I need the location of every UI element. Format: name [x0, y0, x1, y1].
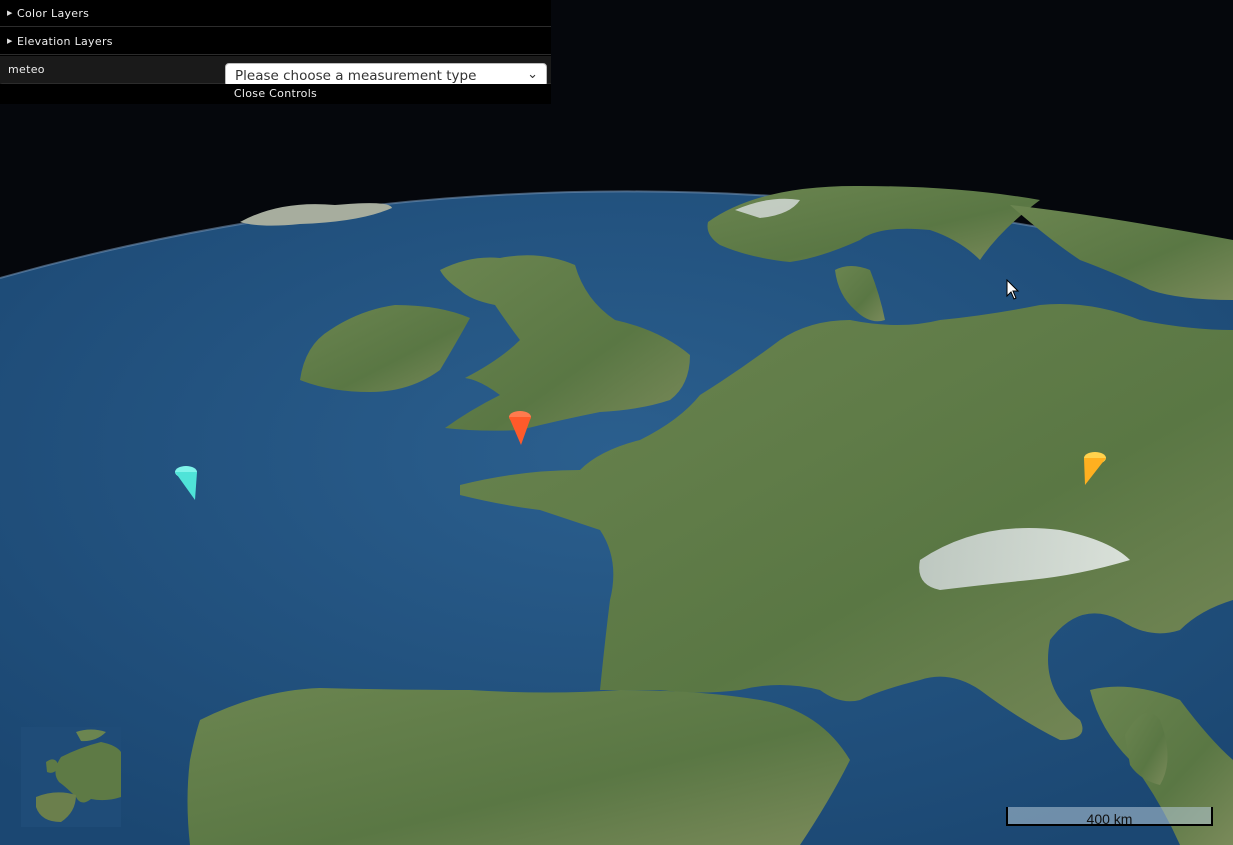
globe-viewer[interactable] — [0, 0, 1233, 845]
close-controls-button[interactable]: Close Controls — [0, 84, 551, 104]
meteo-control-row: meteo Please choose a measurement type ⌄ — [0, 56, 551, 87]
meteo-label: meteo — [8, 63, 45, 76]
overview-minimap[interactable] — [21, 727, 121, 827]
folder-elevation-layers[interactable]: ▶ Elevation Layers — [0, 28, 551, 55]
scale-bar: 400 km — [1006, 807, 1213, 827]
select-value: Please choose a measurement type — [235, 68, 477, 84]
caret-right-icon: ▶ — [7, 9, 13, 17]
mouse-cursor-icon — [1006, 279, 1020, 300]
close-controls-label: Close Controls — [233, 87, 318, 100]
caret-right-icon: ▶ — [7, 37, 13, 45]
folder-color-layers[interactable]: ▶ Color Layers — [0, 0, 551, 27]
minimap-graphic — [21, 727, 121, 827]
controls-panel: ▶ Color Layers ▶ Elevation Layers meteo … — [0, 0, 551, 104]
land-iberia — [187, 688, 850, 845]
globe-canvas[interactable] — [0, 0, 1233, 845]
folder-label: Elevation Layers — [17, 35, 113, 48]
scale-label: 400 km — [1086, 811, 1133, 827]
folder-label: Color Layers — [17, 7, 90, 20]
